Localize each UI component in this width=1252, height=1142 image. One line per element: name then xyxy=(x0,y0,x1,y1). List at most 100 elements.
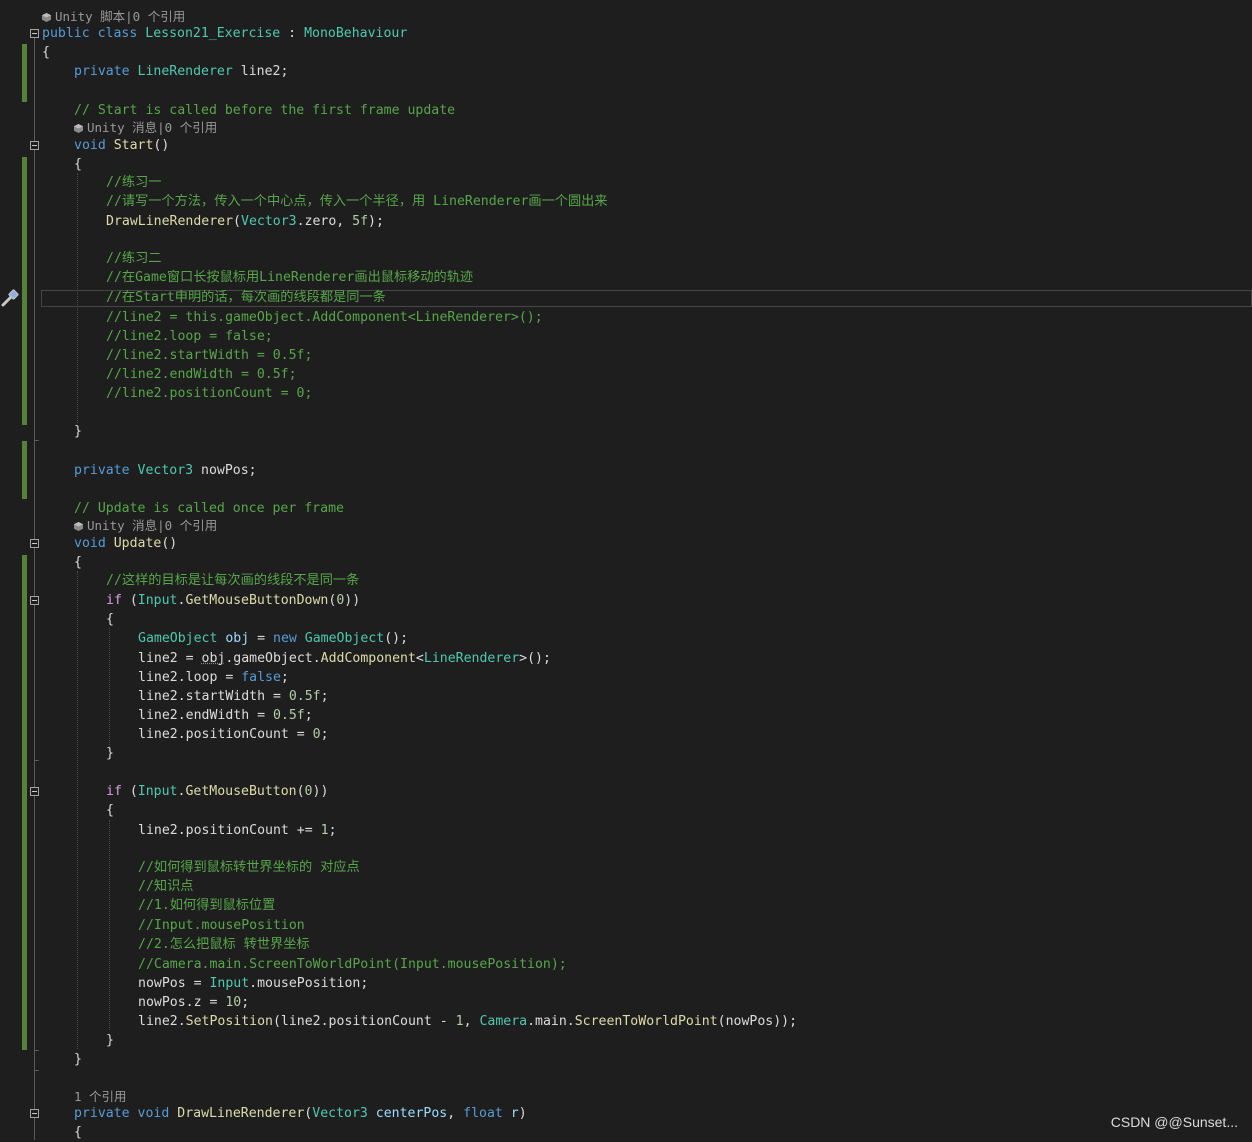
token: (line2.positionCount - xyxy=(272,1014,456,1029)
code-line[interactable]: line2 = obj.gameObject.AddComponent<Line… xyxy=(138,649,551,668)
token: } xyxy=(74,1052,82,1067)
code-line[interactable]: if (Input.GetMouseButtonDown(0)) xyxy=(106,591,360,610)
code-line[interactable]: //Camera.main.ScreenToWorldPoint(Input.m… xyxy=(138,955,567,974)
code-line[interactable]: void Start() xyxy=(74,136,169,155)
token: () xyxy=(161,536,178,551)
token: private xyxy=(74,463,130,478)
token: new xyxy=(273,631,297,646)
code-line[interactable]: //在Game窗口长按鼠标用LineRenderer画出鼠标移动的轨迹 xyxy=(106,268,473,287)
codelens-update[interactable]: Unity 消息|0 个引用 xyxy=(74,518,217,534)
code-line[interactable]: //2.怎么把鼠标 转世界坐标 xyxy=(138,935,310,954)
unity-cube-icon xyxy=(74,522,83,531)
token: line2; xyxy=(232,64,289,79)
code-line[interactable]: //知识点 xyxy=(138,877,193,896)
code-line[interactable]: DrawLineRenderer(Vector3.zero, 5f); xyxy=(106,212,384,231)
code-line[interactable]: public class Lesson21_Exercise : MonoBeh… xyxy=(42,24,407,43)
token: 10 xyxy=(225,995,242,1010)
token: AddComponent xyxy=(320,651,416,666)
token: { xyxy=(106,803,114,818)
token: { xyxy=(74,555,82,570)
token: .gameObject. xyxy=(225,651,321,666)
code-line[interactable]: if (Input.GetMouseButton(0)) xyxy=(106,782,328,801)
code-line[interactable]: private void DrawLineRenderer(Vector3 ce… xyxy=(74,1104,527,1123)
token: GetMouseButton xyxy=(185,784,297,799)
codelens-draw[interactable]: 1 个引用 xyxy=(74,1089,127,1105)
code-line[interactable]: //Input.mousePosition xyxy=(138,916,305,935)
token: line2.positionCount += xyxy=(138,823,321,838)
code-line[interactable]: } xyxy=(74,1050,82,1069)
token: 1 xyxy=(455,1014,464,1029)
token: Update xyxy=(113,536,162,551)
token: DrawLineRenderer xyxy=(106,214,234,229)
token: nowPos = xyxy=(138,976,210,991)
fold-minus-icon[interactable] xyxy=(30,141,39,150)
code-line[interactable]: line2.endWidth = 0.5f; xyxy=(138,706,313,725)
code-line[interactable]: //在Start申明的话，每次画的线段都是同一条 xyxy=(106,288,386,307)
code-line[interactable]: //line2.startWidth = 0.5f; xyxy=(106,346,312,365)
code-line[interactable]: GameObject obj = new GameObject(); xyxy=(138,629,408,648)
code-line[interactable]: line2.startWidth = 0.5f; xyxy=(138,687,329,706)
token: ; xyxy=(241,995,250,1010)
token: < xyxy=(415,651,424,666)
code-line[interactable]: line2.positionCount += 1; xyxy=(138,821,337,840)
code-line[interactable]: line2.positionCount = 0; xyxy=(138,725,329,744)
code-line[interactable]: line2.SetPosition(line2.positionCount - … xyxy=(138,1012,797,1031)
code-line[interactable]: } xyxy=(106,1031,114,1050)
code-line[interactable]: // Start is called before the first fram… xyxy=(74,101,455,120)
outline-end xyxy=(34,760,39,761)
code-line[interactable]: //line2.loop = false; xyxy=(106,327,273,346)
code-line[interactable]: //练习一 xyxy=(106,173,161,192)
code-line[interactable]: line2.loop = false; xyxy=(138,668,289,687)
token: SetPosition xyxy=(185,1014,273,1029)
codelens-class[interactable]: Unity 脚本|0 个引用 xyxy=(42,9,185,25)
fold-minus-icon[interactable] xyxy=(30,596,39,605)
token: LineRenderer xyxy=(423,651,520,666)
fold-minus-icon[interactable] xyxy=(30,539,39,548)
token: Vector3 xyxy=(137,463,194,478)
code-line[interactable]: private LineRenderer line2; xyxy=(74,62,288,81)
code-line[interactable]: void Update() xyxy=(74,534,177,553)
token: if xyxy=(106,784,122,799)
token: , xyxy=(463,1014,480,1029)
code-line[interactable]: //请写一个方法，传入一个中心点，传入一个半径，用 LineRenderer画一… xyxy=(106,192,608,211)
code-line[interactable]: { xyxy=(42,43,50,62)
token: { xyxy=(106,612,114,627)
token: Input xyxy=(137,784,178,799)
code-line[interactable]: //line2 = this.gameObject.AddComponent<L… xyxy=(106,308,543,327)
code-line[interactable]: } xyxy=(106,744,114,763)
code-line[interactable]: //练习二 xyxy=(106,249,161,268)
token: .main. xyxy=(527,1014,575,1029)
code-line[interactable]: // Update is called once per frame xyxy=(74,499,344,518)
code-line[interactable]: //line2.positionCount = 0; xyxy=(106,384,312,403)
code-editor[interactable]: Unity 脚本|0 个引用 public class Lesson21_Exe… xyxy=(0,0,1252,1140)
code-line[interactable]: //line2.endWidth = 0.5f; xyxy=(106,365,297,384)
fold-minus-icon[interactable] xyxy=(30,29,39,38)
token: >(); xyxy=(519,651,551,666)
fold-minus-icon[interactable] xyxy=(30,787,39,796)
code-line[interactable]: { xyxy=(74,1123,82,1142)
code-line[interactable]: nowPos.z = 10; xyxy=(138,993,249,1012)
code-line[interactable]: //1.如何得到鼠标位置 xyxy=(138,896,275,915)
token: if xyxy=(106,593,122,608)
code-line[interactable]: { xyxy=(74,155,82,174)
change-indicator xyxy=(22,441,27,499)
token: : xyxy=(280,26,305,41)
token: } xyxy=(106,1033,114,1048)
codelens-text: 1 个引用 xyxy=(74,1089,127,1104)
code-line[interactable]: { xyxy=(106,610,114,629)
code-line[interactable]: private Vector3 nowPos; xyxy=(74,461,257,480)
token: { xyxy=(42,45,50,60)
code-line[interactable]: { xyxy=(74,553,82,572)
codelens-start[interactable]: Unity 消息|0 个引用 xyxy=(74,120,217,136)
code-line[interactable]: nowPos = Input.mousePosition; xyxy=(138,974,368,993)
token: ( xyxy=(121,593,138,608)
code-line[interactable]: //如何得到鼠标转世界坐标的 对应点 xyxy=(138,858,360,877)
code-line[interactable]: //这样的目标是让每次画的线段不是同一条 xyxy=(106,571,359,590)
code-line[interactable]: { xyxy=(106,801,114,820)
token: .mousePosition; xyxy=(249,976,369,991)
fold-minus-icon[interactable] xyxy=(30,1109,39,1118)
screwdriver-lightbulb-icon[interactable] xyxy=(0,288,20,308)
code-line[interactable]: } xyxy=(74,422,82,441)
change-indicator xyxy=(22,44,27,102)
token: centerPos xyxy=(375,1106,448,1121)
